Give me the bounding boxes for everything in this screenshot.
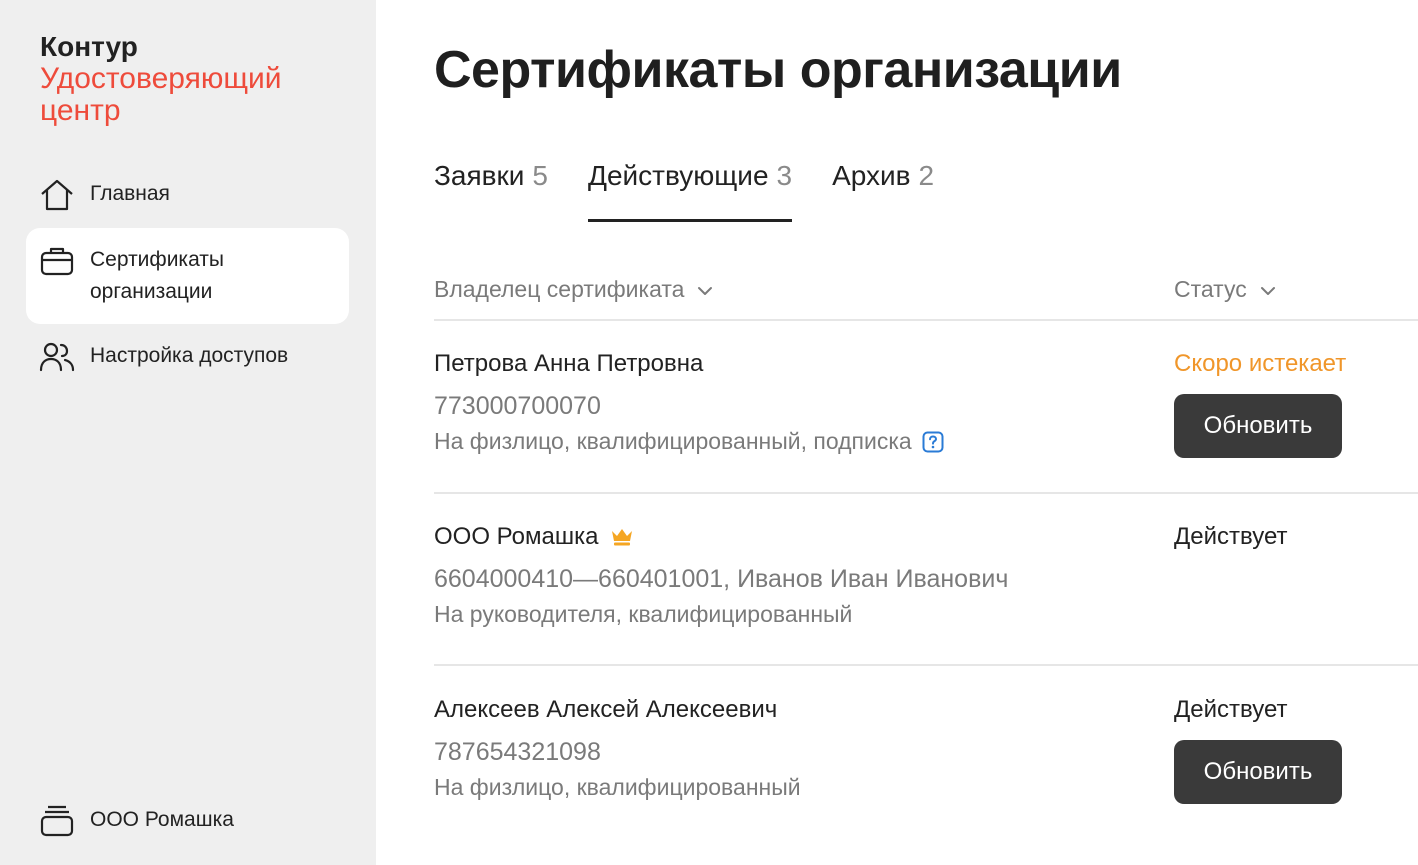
- owner-id: 6604000410—660401001, Иванов Иван Иванов…: [434, 565, 1009, 593]
- table-row[interactable]: Алексеев Алексей Алексеевич 787654321098…: [434, 696, 1418, 836]
- renew-button[interactable]: Обновить: [1174, 394, 1342, 458]
- sidebar-item-label: Сертификаты организации: [90, 248, 224, 303]
- sidebar-item-label: Главная: [90, 182, 170, 205]
- column-header-status[interactable]: Статус: [1174, 276, 1277, 303]
- tab-bar: Заявки 5 Действующие 3 Архив 2: [434, 160, 974, 222]
- tab-requests[interactable]: Заявки 5: [434, 160, 548, 222]
- sidebar-item-certificates[interactable]: Сертификаты организации: [26, 228, 349, 324]
- brand-name: Контур: [40, 31, 138, 62]
- briefcase-icon: [38, 244, 76, 278]
- sidebar-item-label: Настройка доступов: [90, 344, 289, 367]
- users-icon: [38, 340, 76, 374]
- organization-switcher[interactable]: ООО Ромашка: [26, 804, 349, 840]
- certificate-type-text: На физлицо, квалифицированный: [434, 774, 801, 800]
- certificate-type: На руководителя, квалифицированный: [434, 601, 852, 628]
- status-badge: Действует: [1174, 523, 1288, 550]
- crown-icon: [610, 527, 634, 547]
- status-badge: Скоро истекает: [1174, 350, 1347, 377]
- tab-active[interactable]: Действующие 3: [588, 160, 793, 222]
- column-header-owner[interactable]: Владелец сертификата: [434, 276, 714, 303]
- table-row[interactable]: ООО Ромашка 6604000410—660401001, Иванов…: [434, 523, 1418, 663]
- owner-name: Алексеев Алексей Алексеевич: [434, 696, 777, 724]
- sidebar: Контур Удостоверяющий центр Главная Серт…: [0, 0, 376, 865]
- tab-label: Заявки: [434, 160, 525, 191]
- tab-count: 5: [532, 160, 548, 191]
- tab-count: 2: [918, 160, 935, 191]
- certificate-type: На физлицо, квалифицированный, подписка: [434, 428, 944, 455]
- status-badge: Действует: [1174, 696, 1288, 723]
- tab-count: 3: [776, 160, 793, 191]
- column-header-label: Владелец сертификата: [434, 276, 685, 302]
- certificate-type-text: На физлицо, квалифицированный, подписка: [434, 428, 912, 454]
- divider: [434, 664, 1418, 666]
- sidebar-item-home[interactable]: Главная: [26, 178, 349, 214]
- app-root: Контур Удостоверяющий центр Главная Серт…: [0, 0, 1418, 865]
- owner-name: ООО Ромашка: [434, 523, 634, 551]
- certificate-type: На физлицо, квалифицированный: [434, 774, 801, 801]
- tab-label: Действующие: [588, 160, 769, 191]
- tab-archive[interactable]: Архив 2: [832, 160, 934, 222]
- owner-name-text: Алексеев Алексей Алексеевич: [434, 696, 778, 723]
- main-content: Сертификаты организации Заявки 5 Действую…: [376, 0, 1418, 865]
- owner-id: 773000700070: [434, 392, 601, 420]
- organization-name: ООО Ромашка: [90, 808, 234, 831]
- stack-icon: [38, 804, 76, 838]
- home-icon: [38, 178, 76, 212]
- page-title: Сертификаты организации: [434, 41, 1122, 99]
- brand[interactable]: Контур Удостоверяющий центр: [40, 30, 340, 127]
- owner-id: 787654321098: [434, 738, 601, 766]
- owner-name-text: ООО Ромашка: [434, 523, 599, 550]
- tab-label: Архив: [832, 160, 911, 191]
- certificate-type-text: На руководителя, квалифицированный: [434, 601, 853, 627]
- table-row[interactable]: Петрова Анна Петровна 773000700070 На фи…: [434, 350, 1418, 490]
- brand-product: Удостоверяющий центр: [40, 62, 282, 127]
- question-icon[interactable]: [922, 431, 944, 453]
- chevron-down-icon: [1259, 276, 1277, 303]
- sidebar-item-access[interactable]: Настройка доступов: [26, 340, 349, 376]
- chevron-down-icon: [696, 276, 714, 303]
- column-header-label: Статус: [1174, 276, 1247, 302]
- owner-name: Петрова Анна Петровна: [434, 350, 703, 378]
- divider: [434, 319, 1418, 321]
- renew-button[interactable]: Обновить: [1174, 740, 1342, 804]
- owner-name-text: Петрова Анна Петровна: [434, 350, 704, 377]
- divider: [434, 492, 1418, 494]
